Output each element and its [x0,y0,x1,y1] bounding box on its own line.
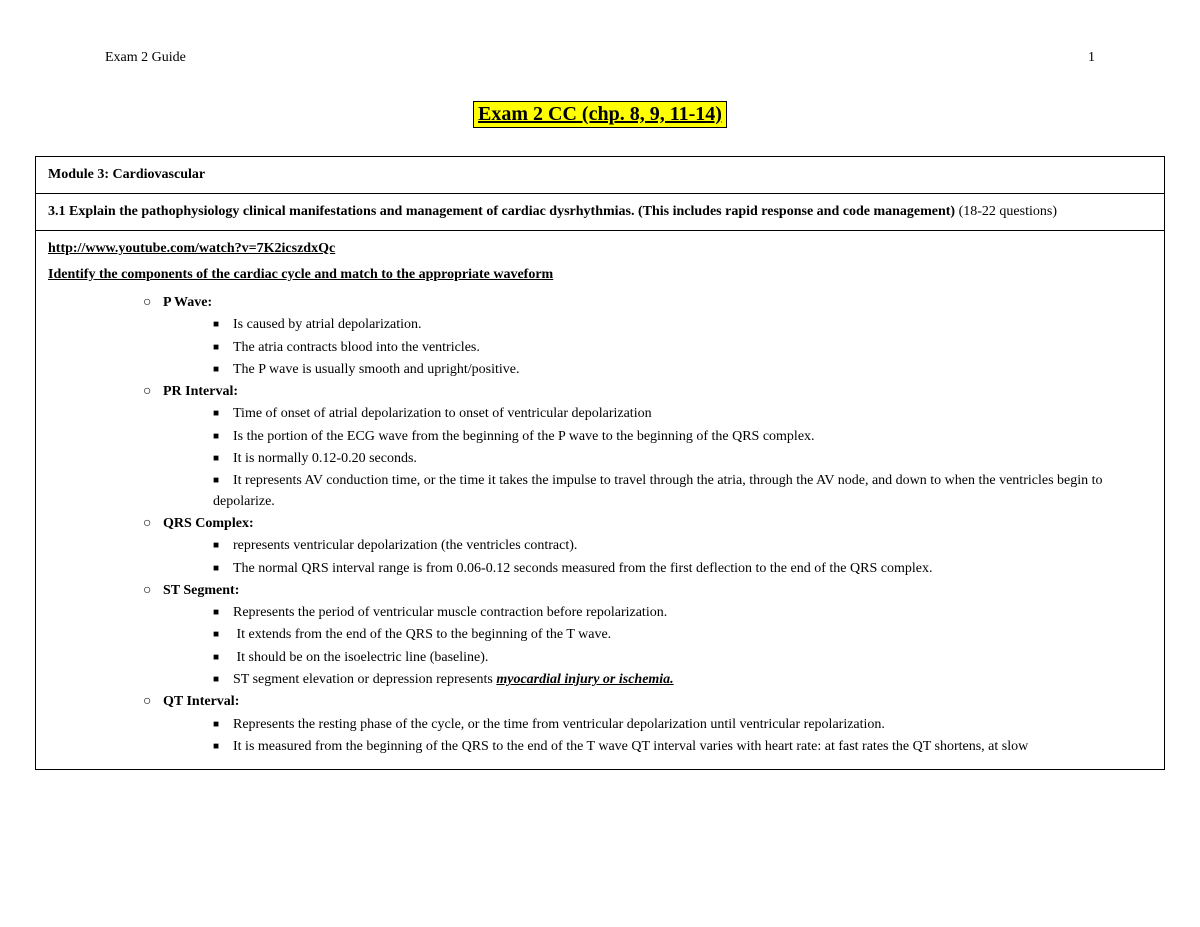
component-sublist: ■Time of onset of atrial depolarization … [143,404,1152,511]
section-heading: Identify the components of the cardiac c… [48,267,1152,283]
component-subitem: ■represents ventricular depolarization (… [213,536,1152,556]
component-item: ○QRS Complex: ■represents ventricular dep… [143,514,1152,579]
subitem-text: The normal QRS interval range is from 0.… [233,561,932,576]
circle-bullet-icon: ○ [143,293,163,313]
component-subitem: ■The P wave is usually smooth and uprigh… [213,360,1152,380]
component-item: ○P Wave:■Is caused by atrial depolarizat… [143,293,1152,380]
component-subitem: ■It represents AV conduction time, or th… [213,471,1152,512]
header-left: Exam 2 Guide [105,50,186,66]
square-bullet-icon: ■ [213,363,233,378]
youtube-link[interactable]: http://www.youtube.com/watch?v=7K2icszdx… [48,241,1152,257]
component-subitem: ■It is measured from the beginning of th… [213,737,1152,757]
component-subitem: ■Is the portion of the ECG wave from the… [213,427,1152,447]
square-bullet-icon: ■ [213,430,233,445]
subitem-text: Represents the resting phase of the cycl… [233,717,885,732]
module-title: Module 3: Cardiovascular [36,157,1164,194]
subitem-emphasis: myocardial injury or ischemia. [496,672,673,687]
component-label: P Wave: [163,295,212,310]
component-item: ○ST Segment:■Represents the period of ve… [143,581,1152,690]
components-list: ○P Wave:■Is caused by atrial depolarizat… [48,293,1152,757]
component-label: PR Interval: [163,384,238,399]
subitem-text: Time of onset of atrial depolarization t… [233,406,652,421]
subitem-text: Is caused by atrial depolarization. [233,317,422,332]
subitem-text: represents ventricular depolarization (t… [233,538,577,553]
component-label: QRS Complex: [163,516,254,531]
component-sublist: ■Is caused by atrial depolarization.■The… [143,315,1152,380]
document-title-wrap: Exam 2 CC (chp. 8, 9, 11-14) [35,101,1165,128]
component-subitem: ■Time of onset of atrial depolarization … [213,404,1152,424]
document-title: Exam 2 CC (chp. 8, 9, 11-14) [473,101,727,128]
square-bullet-icon: ■ [213,606,233,621]
component-sublist: ■Represents the period of ventricular mu… [143,603,1152,690]
component-label: QT Interval: [163,694,239,709]
subitem-text: It represents AV conduction time, or the… [213,473,1103,508]
subitem-text: It should be on the isoelectric line (ba… [233,650,488,665]
subitem-text: It extends from the end of the QRS to th… [233,627,611,642]
component-subitem: ■The atria contracts blood into the vent… [213,338,1152,358]
subitem-text: Represents the period of ventricular mus… [233,605,667,620]
subitem-text: The atria contracts blood into the ventr… [233,340,480,355]
objective-plain: (18-22 questions) [955,204,1057,219]
circle-bullet-icon: ○ [143,692,163,712]
square-bullet-icon: ■ [213,628,233,643]
component-subitem: ■ST segment elevation or depression repr… [213,670,1152,690]
subitem-text: The P wave is usually smooth and upright… [233,362,519,377]
component-subitem: ■It is normally 0.12-0.20 seconds. [213,449,1152,469]
square-bullet-icon: ■ [213,341,233,356]
component-subitem: ■The normal QRS interval range is from 0… [213,559,1152,579]
circle-bullet-icon: ○ [143,382,163,402]
component-subitem: ■Is caused by atrial depolarization. [213,315,1152,335]
subitem-text: ST segment elevation or depression repre… [233,672,496,687]
subitem-text: It is normally 0.12-0.20 seconds. [233,451,417,466]
square-bullet-icon: ■ [213,673,233,688]
circle-bullet-icon: ○ [143,514,163,534]
objective-row: 3.1 Explain the pathophysiology clinical… [36,194,1164,231]
content-table: Module 3: Cardiovascular 3.1 Explain the… [35,156,1165,770]
objective-bold: 3.1 Explain the pathophysiology clinical… [48,204,955,219]
component-label: ST Segment: [163,583,239,598]
component-sublist: ■Represents the resting phase of the cyc… [143,715,1152,758]
header-page-number: 1 [1088,50,1095,66]
component-subitem: ■Represents the period of ventricular mu… [213,603,1152,623]
component-subitem: ■ It extends from the end of the QRS to … [213,625,1152,645]
component-subitem: ■ It should be on the isoelectric line (… [213,648,1152,668]
square-bullet-icon: ■ [213,474,233,489]
circle-bullet-icon: ○ [143,581,163,601]
component-subitem: ■Represents the resting phase of the cyc… [213,715,1152,735]
content-body: http://www.youtube.com/watch?v=7K2icszdx… [36,231,1164,769]
square-bullet-icon: ■ [213,562,233,577]
square-bullet-icon: ■ [213,407,233,422]
component-sublist: ■represents ventricular depolarization (… [143,536,1152,579]
page-header: Exam 2 Guide 1 [35,50,1165,66]
square-bullet-icon: ■ [213,318,233,333]
subitem-text: It is measured from the beginning of the… [233,739,1028,754]
square-bullet-icon: ■ [213,539,233,554]
subitem-text: Is the portion of the ECG wave from the … [233,429,815,444]
component-item: ○PR Interval:■Time of onset of atrial de… [143,382,1152,512]
square-bullet-icon: ■ [213,740,233,755]
square-bullet-icon: ■ [213,718,233,733]
square-bullet-icon: ■ [213,651,233,666]
component-item: ○QT Interval: ■Represents the resting pha… [143,692,1152,757]
square-bullet-icon: ■ [213,452,233,467]
